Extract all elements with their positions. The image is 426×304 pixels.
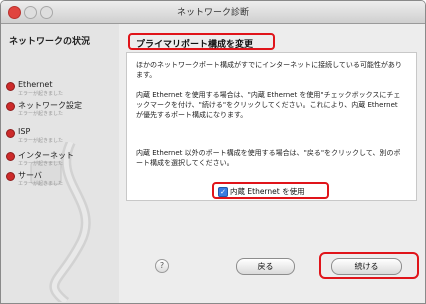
step-status: エラーが起きました	[18, 138, 64, 144]
step-status: エラーが起きました	[18, 91, 64, 97]
page-title: プライマリポート構成を変更	[136, 40, 254, 50]
help-icon: ?	[159, 261, 165, 270]
checkmark-icon: ✓	[220, 188, 226, 196]
continue-highlight-box: 続ける	[319, 252, 419, 279]
step-status: エラーが起きました	[18, 161, 64, 167]
status-dot-icon	[6, 172, 15, 181]
step-label: ISP	[18, 127, 31, 136]
back-button[interactable]: 戻る	[236, 258, 295, 275]
paragraph-1: ほかのネットワークポート構成がすでにインターネットに接続している可能性があります…	[136, 61, 402, 79]
status-dot-icon	[6, 152, 15, 161]
use-builtin-ethernet-checkbox[interactable]: ✓	[218, 187, 228, 197]
paragraph-2: 内蔵 Ethernet を使用する場合は、"内蔵 Ethernet を使用"チェ…	[136, 91, 401, 119]
continue-button[interactable]: 続ける	[331, 258, 402, 275]
sidebar-title: ネットワークの状況	[9, 37, 91, 47]
step-status: エラーが起きました	[18, 111, 64, 117]
checkbox-label[interactable]: 内蔵 Ethernet を使用	[230, 186, 305, 197]
paragraph-3: 内蔵 Ethernet 以外のポート構成を使用する場合は、"戻る"をクリックして…	[136, 149, 401, 167]
status-dot-icon	[6, 129, 15, 138]
status-dot-icon	[6, 102, 15, 111]
status-dot-icon	[6, 82, 15, 91]
heading-highlight-box: プライマリポート構成を変更	[128, 33, 275, 50]
help-button[interactable]: ?	[155, 259, 169, 273]
step-status: エラーが起きました	[18, 181, 64, 187]
checkbox-highlight-box: ✓ 内蔵 Ethernet を使用	[212, 182, 329, 199]
title-bar: ネットワーク診断	[1, 1, 425, 24]
step-label: Ethernet	[18, 80, 53, 89]
window-title: ネットワーク診断	[176, 8, 249, 18]
